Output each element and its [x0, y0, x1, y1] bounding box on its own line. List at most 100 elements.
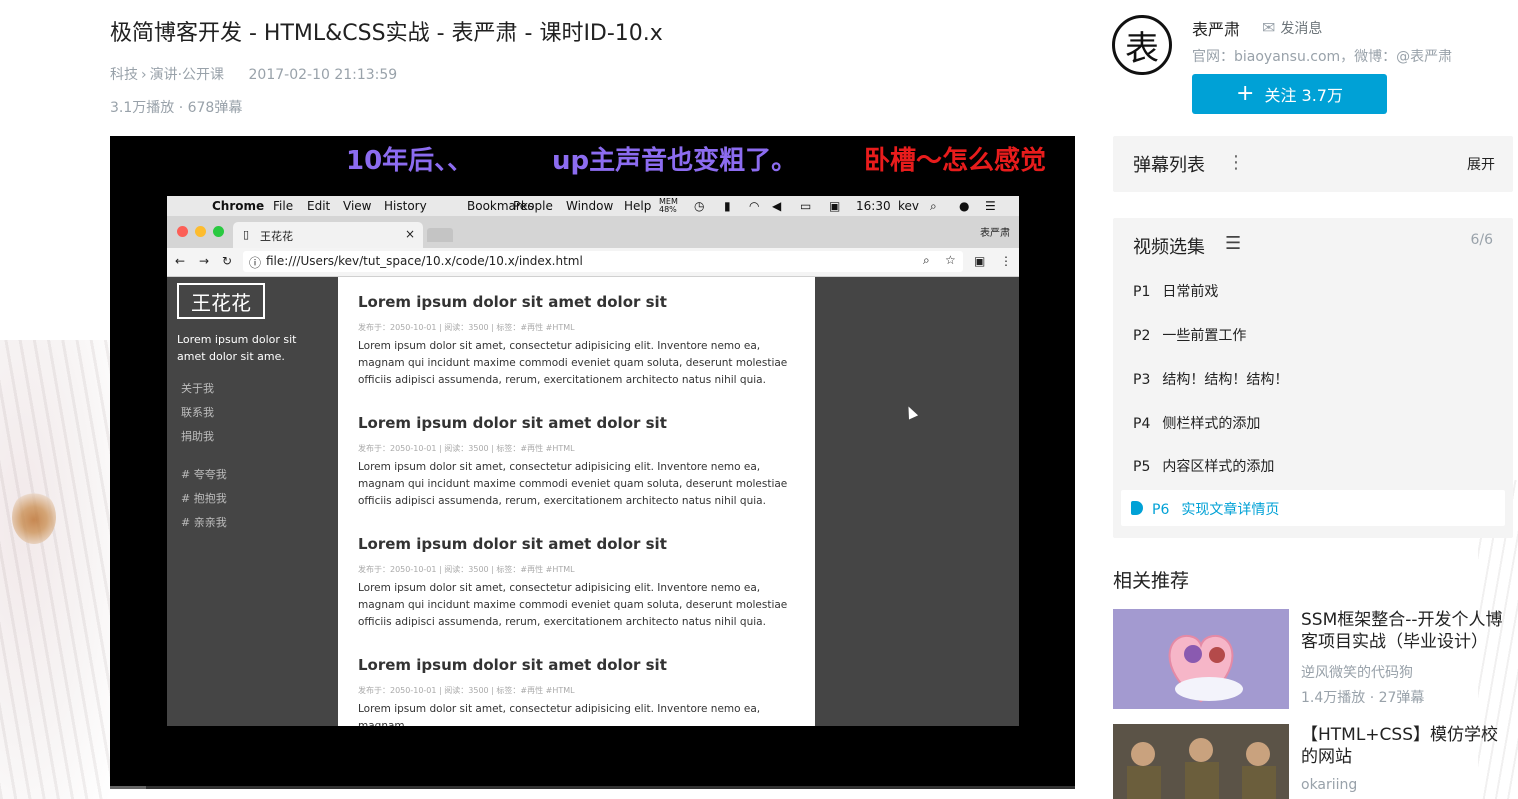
info-icon: ⓘ	[249, 256, 262, 270]
player-progress-bar[interactable]	[110, 786, 1075, 789]
episode-list-title: 视频选集	[1133, 237, 1205, 258]
danmaku-comment: up主声音也变粗了。	[552, 146, 798, 176]
browser-menu-icon: ⋮	[1000, 254, 1012, 268]
playing-icon	[1131, 501, 1143, 515]
incognito-icon: ▣	[974, 254, 986, 268]
active-episode-label: P6 实现文章详情页	[1152, 502, 1280, 518]
menu-item: File	[273, 199, 294, 213]
episode-item[interactable]: P2 一些前置工作	[1133, 325, 1246, 345]
maximize-window-dot	[213, 226, 224, 237]
danmaku-comment: 10年后、、	[346, 146, 474, 176]
related-video-title[interactable]: 【HTML+CSS】模仿学校的网站	[1301, 724, 1511, 768]
thumbnail-soldiers-photo	[1113, 724, 1289, 799]
category-link[interactable]: 科技	[110, 67, 138, 83]
uploader-sign: 官网：biaoyansu.com，微博：@表严肃	[1192, 49, 1453, 65]
uploader-name[interactable]: 表严肃	[1192, 16, 1240, 40]
post-title: Lorem ipsum dolor sit amet dolor sit	[358, 293, 667, 311]
video-meta: 科技 › 演讲·公开课 2017-02-10 21:13:59	[110, 64, 397, 84]
tab-title: 王花花	[260, 230, 293, 243]
avatar-glyph: 表	[1125, 28, 1159, 69]
post-meta: 发布于：2050-10-01 | 阅读：3500 | 标签：#再性 #HTML	[358, 565, 575, 574]
breadcrumb-separator: ›	[141, 67, 147, 83]
thumbnail-heart-illustration	[1168, 634, 1243, 703]
siri-icon: ●	[959, 199, 970, 213]
background-anime-eye	[12, 490, 56, 544]
related-thumbnail[interactable]	[1113, 724, 1289, 799]
episode-item[interactable]: P4 侧栏样式的添加	[1133, 413, 1260, 433]
site-tag-link: # 抱抱我	[181, 492, 227, 505]
expand-button[interactable]: 展开	[1467, 154, 1495, 174]
related-video-author[interactable]: okariing	[1301, 777, 1357, 793]
list-icon: ☰	[1225, 233, 1242, 254]
danmaku-list-panel[interactable]: 弹幕列表 ⋮ 展开	[1113, 136, 1513, 192]
related-video-title[interactable]: SSM框架整合--开发个人博客项目实战（毕业设计）	[1301, 609, 1511, 653]
menu-item: View	[343, 199, 372, 213]
post-title: Lorem ipsum dolor sit amet dolor sit	[358, 656, 667, 674]
power-icon: ▭	[800, 199, 812, 213]
new-tab-button	[427, 228, 453, 242]
site-description: Lorem ipsum dolor sit amet dolor sit ame…	[177, 333, 297, 363]
memory-indicator: MEM 48%	[659, 197, 678, 214]
wifi-icon: ◠	[749, 199, 760, 213]
mac-menu-bar: Chrome File Edit View History Bookmarks …	[167, 196, 1019, 216]
post-title: Lorem ipsum dolor sit amet dolor sit	[358, 414, 667, 432]
episode-item[interactable]: P5 内容区样式的添加	[1133, 456, 1274, 476]
post-body: Lorem ipsum dolor sit amet, consectetur …	[358, 703, 761, 726]
video-title: 极简博客开发 - HTML&CSS实战 - 表严肃 - 课时ID-10.x	[110, 21, 663, 46]
site-nav-link: 捐助我	[181, 430, 214, 443]
follow-button[interactable]: + 关注 3.7万	[1192, 74, 1387, 114]
site-right-margin	[815, 277, 1019, 726]
publish-time: 2017-02-10 21:13:59	[248, 67, 398, 83]
browser-address-bar: ← → ↻ ⓘ file:///Users/kev/tut_space/10.x…	[167, 248, 1019, 277]
minimize-window-dot	[195, 226, 206, 237]
reload-icon: ↻	[222, 254, 233, 268]
episode-item-active[interactable]: P6 实现文章详情页	[1121, 490, 1505, 526]
post-body: Lorem ipsum dolor sit amet, consectetur …	[358, 582, 788, 628]
url-field: ⓘ file:///Users/kev/tut_space/10.x/code/…	[243, 251, 963, 272]
uploader-avatar[interactable]: 表	[1112, 15, 1172, 75]
episode-list-panel: 视频选集 ☰ 6/6 P1 日常前戏 P2 一些前置工作 P3 结构！结构！结构！ P…	[1113, 218, 1513, 538]
send-message-button[interactable]: ✉ 发消息	[1262, 18, 1322, 38]
related-video-stats: 1.4万播放 · 27弹幕	[1301, 690, 1425, 706]
site-tag-link: # 亲亲我	[181, 516, 227, 529]
danmaku-comment: 卧槽～怎么感觉	[864, 146, 1047, 176]
menu-item: History	[384, 199, 427, 213]
tab-close-icon: ×	[405, 227, 416, 241]
video-player[interactable]: 10年后、、 up主声音也变粗了。 卧槽～怎么感觉 Chrome File Ed…	[110, 136, 1075, 788]
site-tag-link: # 夸夸我	[181, 468, 227, 481]
envelope-icon: ✉	[1262, 18, 1276, 37]
site-nav-link: 联系我	[181, 406, 214, 419]
battery-icon: ▮	[724, 199, 731, 213]
time-machine-icon: ◷	[694, 199, 705, 213]
episode-count: 6/6	[1470, 232, 1493, 248]
profile-name: 表严肃	[980, 228, 1010, 239]
app-status-icon: ▣	[829, 199, 841, 213]
post-meta: 发布于：2050-10-01 | 阅读：3500 | 标签：#再性 #HTML	[358, 686, 575, 695]
page-icon: ▯	[243, 228, 250, 241]
browser-tab-bar: ▯ 王花花 × 表严肃	[167, 216, 1019, 248]
forward-icon: →	[199, 254, 210, 268]
subcategory-link[interactable]: 演讲·公开课	[150, 67, 224, 83]
volume-icon: ◀	[772, 199, 782, 213]
more-options-icon[interactable]: ⋮	[1227, 152, 1245, 173]
site-content: Lorem ipsum dolor sit amet dolor sit 发布于…	[338, 277, 815, 726]
site-nav-link: 关于我	[181, 382, 214, 395]
plus-icon: +	[1236, 81, 1255, 106]
post-meta: 发布于：2050-10-01 | 阅读：3500 | 标签：#再性 #HTML	[358, 444, 575, 453]
menu-item: Edit	[307, 199, 331, 213]
episode-item[interactable]: P3 结构！结构！结构！	[1133, 369, 1288, 389]
episode-item[interactable]: P1 日常前戏	[1133, 281, 1218, 301]
site-logo: 王花花	[177, 283, 265, 319]
notification-list-icon: ☰	[985, 199, 996, 213]
send-message-label: 发消息	[1280, 21, 1323, 37]
browser-tab: ▯ 王花花 ×	[233, 222, 423, 248]
related-thumbnail[interactable]	[1113, 609, 1289, 709]
url-text: file:///Users/kev/tut_space/10.x/code/10…	[266, 254, 583, 268]
background-anime-art	[0, 340, 110, 799]
bookmark-star-icon: ☆	[945, 253, 956, 267]
related-video-author[interactable]: 逆风微笑的代码狗	[1301, 662, 1413, 682]
site-sidebar: 王花花 Lorem ipsum dolor sit amet dolor sit…	[167, 277, 338, 726]
post-body: Lorem ipsum dolor sit amet, consectetur …	[358, 461, 788, 507]
progress-fill	[110, 786, 146, 789]
back-icon: ←	[175, 254, 186, 268]
